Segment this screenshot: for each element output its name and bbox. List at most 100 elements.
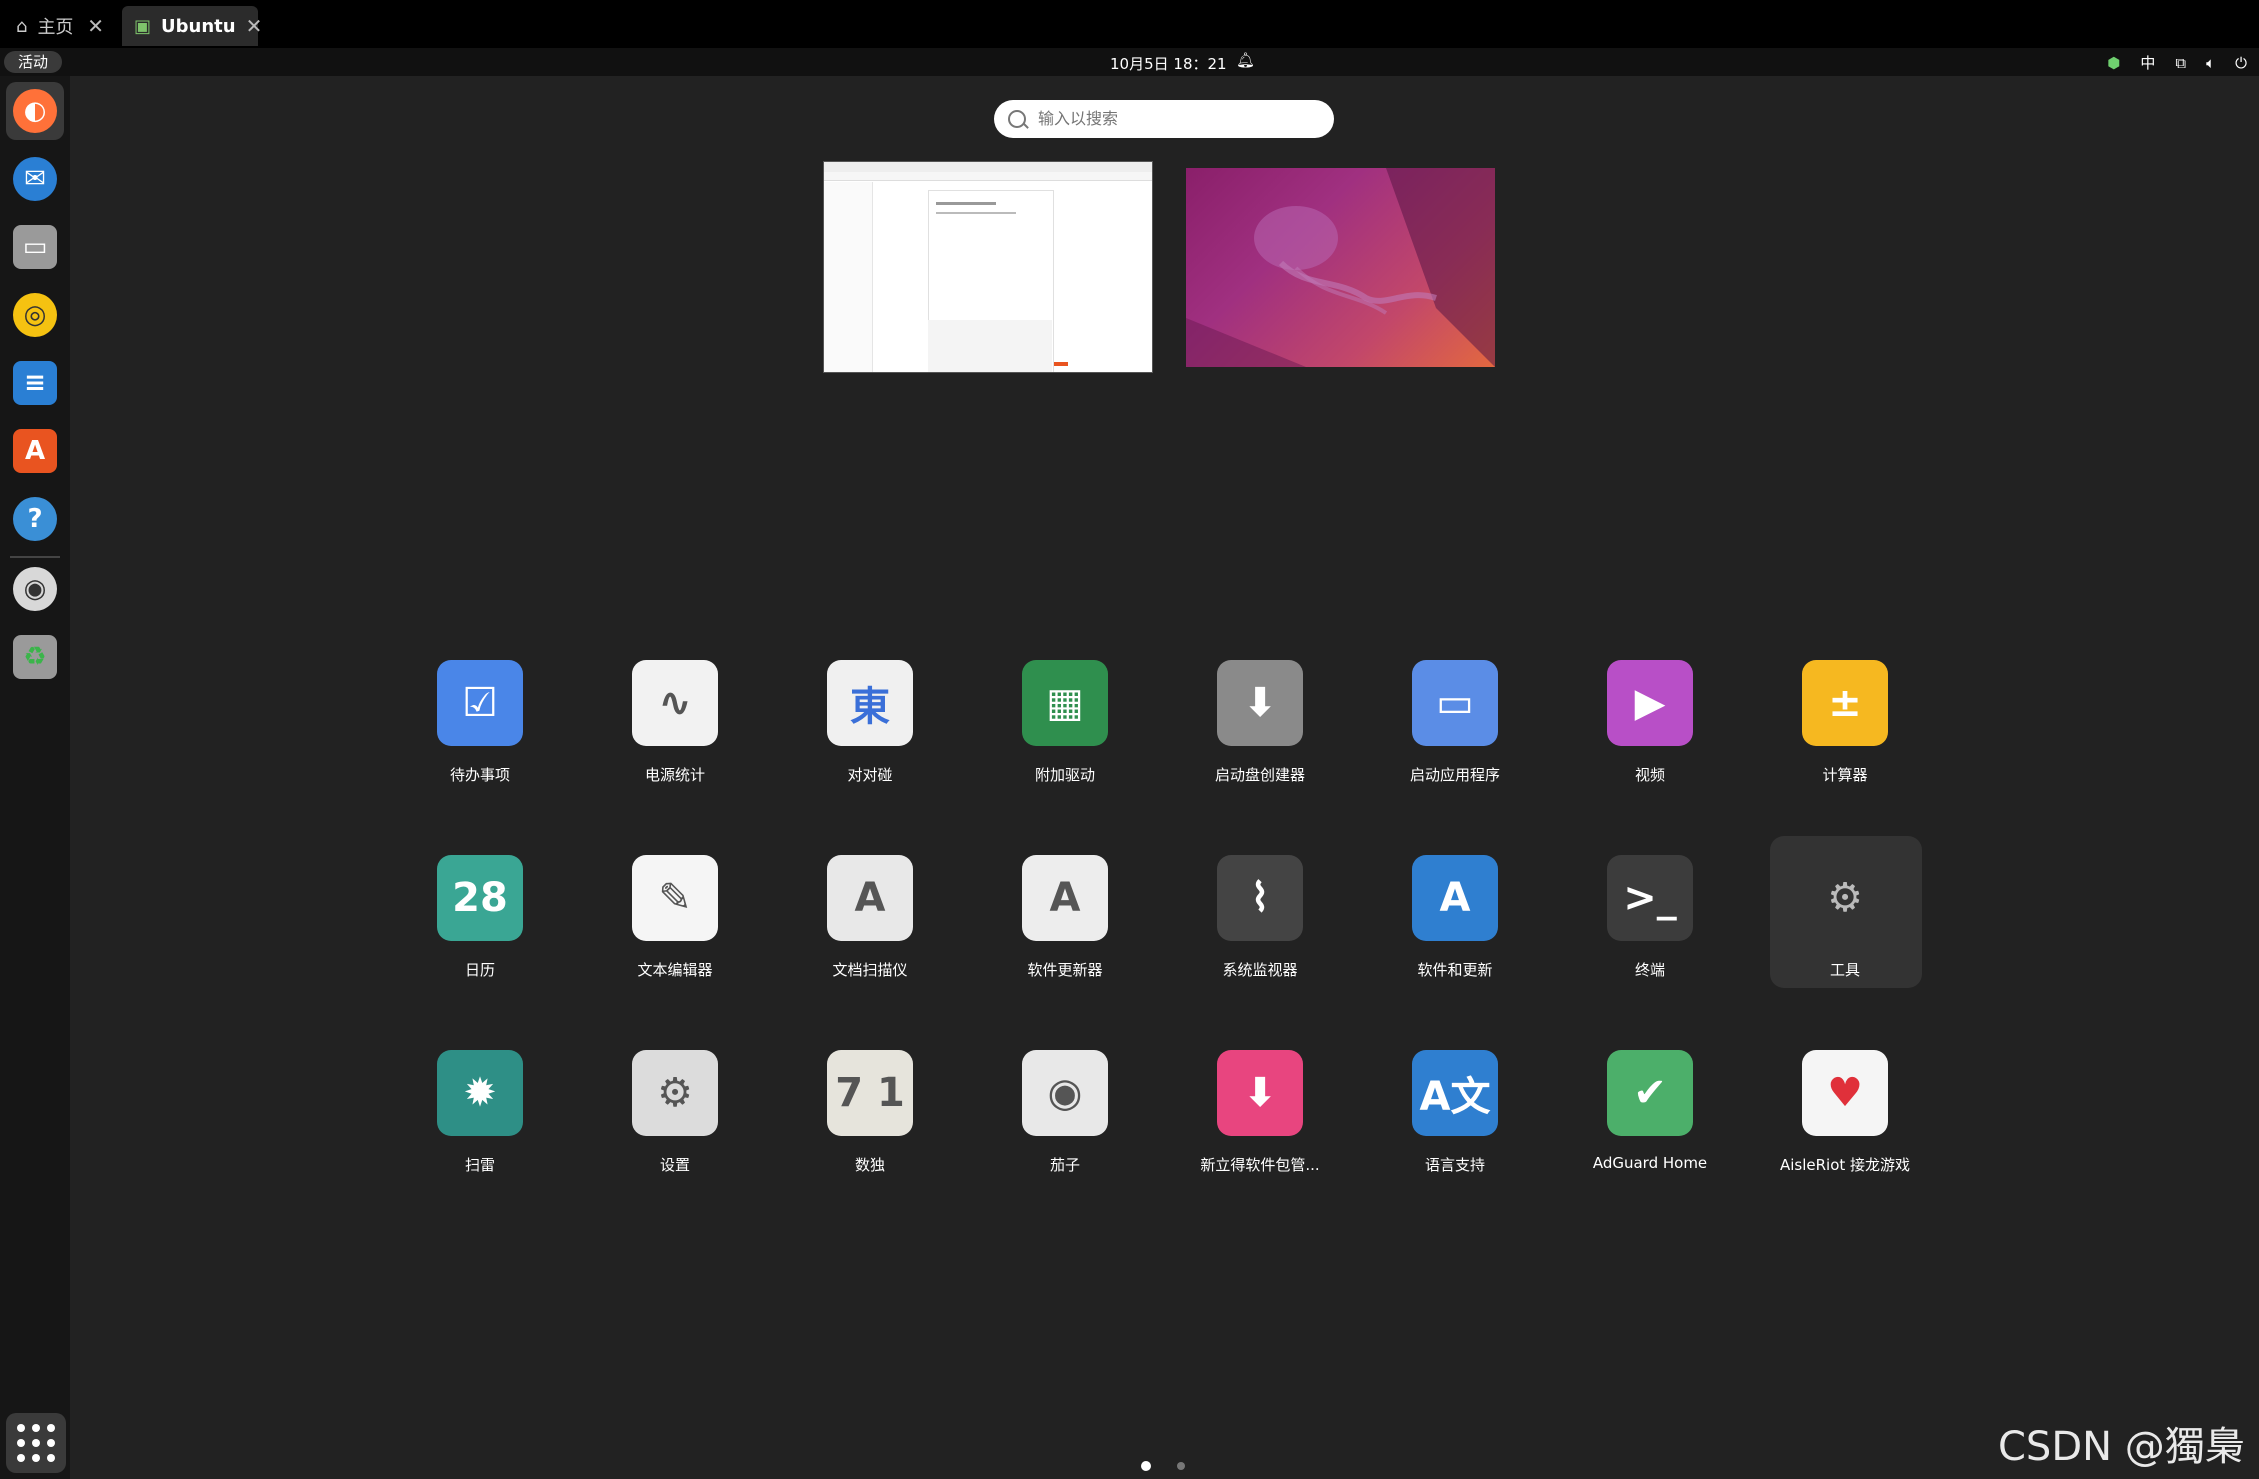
startup-applications-icon: ▭ <box>1412 660 1498 746</box>
app-label: 计算器 <box>1822 766 1868 784</box>
dock-separator <box>10 556 60 558</box>
app-system-monitor[interactable]: ⌇ 系统监视器 <box>1175 855 1345 1005</box>
tab-home[interactable]: ⌂ 主页 ✕ <box>4 6 116 46</box>
app-label: 设置 <box>659 1156 690 1174</box>
tab-ubuntu[interactable]: ▣ Ubuntu ✕ <box>122 6 262 46</box>
cheese-icon: ◉ <box>1022 1050 1108 1136</box>
search-input[interactable] <box>1036 108 1300 129</box>
app-label: 启动应用程序 <box>1409 766 1500 784</box>
app-label: 终端 <box>1634 961 1665 979</box>
app-label: 数独 <box>854 1156 885 1174</box>
app-label: 视频 <box>1634 766 1665 784</box>
aisleriot-icon: ♥ <box>1802 1050 1888 1136</box>
text-editor-icon: ✎ <box>632 855 718 941</box>
app-sudoku[interactable]: 7 1 数独 <box>785 1050 955 1200</box>
app-document-scanner[interactable]: A 文档扫描仪 <box>785 855 955 1005</box>
dock-item-trash[interactable]: ♻ <box>6 628 64 686</box>
app-videos[interactable]: ▶ 视频 <box>1565 660 1735 810</box>
mines-icon: ✹ <box>437 1050 523 1136</box>
calculator-icon: ± <box>1802 660 1888 746</box>
app-synaptic[interactable]: ⬇ 新立得软件包管... <box>1175 1050 1345 1200</box>
app-calculator[interactable]: ± 计算器 <box>1760 660 1930 810</box>
app-label: 待办事项 <box>449 766 510 784</box>
app-label: 启动盘创建器 <box>1214 766 1305 784</box>
workspace-thumbnail-1[interactable] <box>823 161 1153 373</box>
utilities-folder-icon: ⚙ <box>1827 875 1863 921</box>
app-additional-drivers[interactable]: ▦ 附加驱动 <box>980 660 1150 810</box>
home-icon: ⌂ <box>16 15 28 37</box>
page-indicator-1[interactable] <box>1141 1461 1151 1471</box>
app-label: 对对碰 <box>847 766 893 784</box>
dock: ◐ ✉ ▭ ◎ ≡ A? ◉ ♻ <box>0 76 70 1479</box>
app-todo[interactable]: ☑ 待办事项 <box>395 660 565 810</box>
app-adguard[interactable]: ✔ AdGuard Home <box>1565 1050 1735 1200</box>
app-center-icon: A <box>13 429 57 473</box>
disc-icon: ◉ <box>13 567 57 611</box>
dock-item-thunderbird[interactable]: ✉ <box>6 150 64 208</box>
dock-item-help[interactable]: ? <box>6 490 64 548</box>
clock[interactable]: 10月5日 18：21 <box>1110 53 1227 74</box>
app-aisleriot[interactable]: ♥ AisleRiot 接龙游戏 <box>1760 1050 1930 1200</box>
bell-icon[interactable]: 🔔︎ <box>1236 51 1255 69</box>
firefox-icon: ◐ <box>13 89 57 133</box>
activities-button[interactable]: 活动 <box>4 51 62 73</box>
dock-item-rhythmbox[interactable]: ◎ <box>6 286 64 344</box>
additional-drivers-icon: ▦ <box>1022 660 1108 746</box>
volume-icon[interactable]: 🔈︎ <box>2206 54 2215 72</box>
app-cheese[interactable]: ◉ 茄子 <box>980 1050 1150 1200</box>
shield-icon[interactable]: ⬢ <box>2107 54 2120 72</box>
help-icon: ? <box>13 497 57 541</box>
app-utilities-folder[interactable]: ⚙ 工具 <box>1760 855 1930 1005</box>
app-label: 软件更新器 <box>1027 961 1103 979</box>
close-icon[interactable]: ✕ <box>246 14 263 38</box>
synaptic-icon: ⬇ <box>1217 1050 1303 1136</box>
app-label: 电源统计 <box>644 766 705 784</box>
app-label: AdGuard Home <box>1592 1154 1708 1172</box>
app-terminal[interactable]: >_ 终端 <box>1565 855 1735 1005</box>
app-label: 日历 <box>464 961 495 979</box>
page-indicator-2[interactable] <box>1177 1462 1185 1470</box>
dock-item-firefox[interactable]: ◐ <box>6 82 64 140</box>
dock-item-disc[interactable]: ◉ <box>6 560 64 618</box>
app-language-support[interactable]: A文 语言支持 <box>1370 1050 1540 1200</box>
app-label: 系统监视器 <box>1222 961 1298 979</box>
app-startup-applications[interactable]: ▭ 启动应用程序 <box>1370 660 1540 810</box>
dock-item-app-center[interactable]: A <box>6 422 64 480</box>
app-power-statistics[interactable]: ∿ 电源统计 <box>590 660 760 810</box>
search-bar[interactable] <box>994 100 1334 138</box>
system-tray[interactable]: ⬢ 中 ⧉ 🔈︎ ⏻ <box>2107 52 2247 73</box>
app-label: 文本编辑器 <box>637 961 713 979</box>
top-panel: 活动 10月5日 18：21 🔔︎ ⬢ 中 ⧉ 🔈︎ ⏻ <box>0 48 2259 76</box>
input-method-indicator[interactable]: 中 <box>2140 52 2155 73</box>
close-icon[interactable]: ✕ <box>87 14 104 38</box>
dock-item-files[interactable]: ▭ <box>6 218 64 276</box>
terminal-icon: >_ <box>1607 855 1693 941</box>
vm-icon: ▣ <box>134 15 152 37</box>
network-icon[interactable]: ⧉ <box>2175 54 2186 72</box>
power-icon[interactable]: ⏻ <box>2235 54 2247 72</box>
software-updater-icon: A <box>1022 855 1108 941</box>
app-label: 扫雷 <box>464 1156 495 1174</box>
app-startup-disk-creator[interactable]: ⬇ 启动盘创建器 <box>1175 660 1345 810</box>
language-support-icon: A文 <box>1412 1050 1498 1136</box>
app-software-updater[interactable]: A 软件更新器 <box>980 855 1150 1005</box>
sudoku-icon: 7 1 <box>827 1050 913 1136</box>
wallpaper-jellyfish <box>1186 168 1495 367</box>
rhythmbox-icon: ◎ <box>13 293 57 337</box>
app-mahjongg[interactable]: 東对对碰 <box>785 660 955 810</box>
search-icon <box>1008 110 1026 128</box>
app-calendar[interactable]: 28 日历 <box>395 855 565 1005</box>
app-text-editor[interactable]: ✎ 文本编辑器 <box>590 855 760 1005</box>
app-software-properties[interactable]: A 软件和更新 <box>1370 855 1540 1005</box>
document-scanner-icon: A <box>827 855 913 941</box>
software-properties-icon: A <box>1412 855 1498 941</box>
app-label: 文档扫描仪 <box>832 961 908 979</box>
app-mines[interactable]: ✹ 扫雷 <box>395 1050 565 1200</box>
show-apps-button[interactable] <box>6 1413 66 1473</box>
dock-item-writer[interactable]: ≡ <box>6 354 64 412</box>
workspace-thumbnail-2[interactable] <box>1186 168 1495 367</box>
settings-icon: ⚙ <box>632 1050 718 1136</box>
system-monitor-icon: ⌇ <box>1217 855 1303 941</box>
app-settings[interactable]: ⚙ 设置 <box>590 1050 760 1200</box>
tab-ubuntu-label: Ubuntu <box>161 15 236 37</box>
